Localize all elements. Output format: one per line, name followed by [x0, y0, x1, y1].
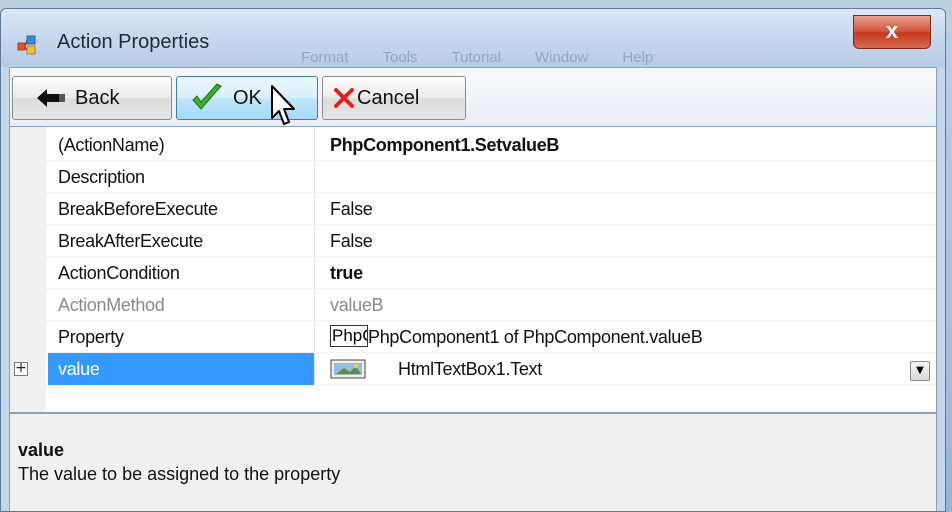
help-panel: value The value to be assigned to the pr…	[9, 413, 937, 511]
property-name: BreakBeforeExecute	[58, 199, 218, 219]
toolbar: Back OK Cancel	[9, 67, 937, 127]
property-row-property[interactable]: Property PhpC PhpComponent1 of PhpCompon…	[10, 321, 936, 353]
action-properties-window: Format Tools Tutorial Window Help Action…	[0, 8, 946, 512]
property-name: ActionCondition	[58, 263, 180, 283]
property-row-actioncondition[interactable]: ActionCondition true	[10, 257, 936, 289]
property-value: PhpComponent1.SetvalueB	[330, 135, 560, 155]
help-description: The value to be assigned to the property	[18, 464, 341, 484]
property-value: valueB	[330, 295, 384, 315]
cancel-button[interactable]: Cancel	[322, 76, 466, 120]
property-row-breakbeforeexecute[interactable]: BreakBeforeExecute False	[10, 193, 936, 225]
cancel-button-label: Cancel	[357, 86, 420, 109]
property-row-breakafterexecute[interactable]: BreakAfterExecute False	[10, 225, 936, 257]
property-value: False	[330, 199, 373, 219]
ghost-menu-item: Window	[535, 49, 589, 66]
property-value: False	[330, 231, 373, 251]
property-name: Description	[58, 167, 145, 187]
mouse-cursor-icon	[271, 85, 295, 125]
property-name: ActionMethod	[58, 295, 165, 315]
back-button[interactable]: Back	[12, 76, 172, 120]
ghost-menu-item: Format	[301, 49, 349, 66]
window-title: Action Properties	[57, 31, 210, 53]
checkmark-icon	[192, 83, 222, 110]
red-x-icon	[334, 88, 354, 108]
background-menu-ghost: Format Tools Tutorial Window Help	[301, 49, 653, 66]
dropdown-arrow-button[interactable]: ▼	[910, 361, 930, 381]
title-bar[interactable]: Format Tools Tutorial Window Help Action…	[1, 9, 945, 67]
ghost-menu-item: Tutorial	[451, 49, 502, 66]
back-button-label: Back	[75, 86, 120, 109]
ghost-menu-item: Help	[622, 49, 654, 66]
property-name: Property	[58, 327, 124, 347]
property-grid: (ActionName) PhpComponent1.SetvalueB Des…	[9, 127, 937, 413]
property-name: value	[58, 359, 100, 379]
app-icon	[17, 35, 36, 55]
ghost-menu-item: Tools	[382, 49, 418, 66]
ok-button-label: OK	[233, 86, 262, 109]
close-button[interactable]: x	[853, 15, 931, 49]
php-component-icon: PhpC	[330, 325, 368, 347]
property-name: BreakAfterExecute	[58, 231, 203, 251]
back-arrow-icon	[37, 89, 65, 107]
expand-plus-icon[interactable]: +	[14, 361, 28, 376]
textbox-image-icon	[330, 359, 366, 379]
property-value: true	[330, 263, 363, 283]
property-value: PhpComponent1 of PhpComponent.valueB	[368, 327, 703, 347]
property-value: HtmlTextBox1.Text	[398, 359, 542, 379]
ok-button[interactable]: OK	[176, 76, 318, 120]
property-row-value[interactable]: + value HtmlTextBox1.Text ▼	[10, 353, 936, 385]
help-title: value	[18, 440, 65, 460]
property-row-actionmethod[interactable]: ActionMethod valueB	[10, 289, 936, 321]
property-row-description[interactable]: Description	[10, 161, 936, 193]
property-name: (ActionName)	[58, 135, 165, 155]
property-row-actionname[interactable]: (ActionName) PhpComponent1.SetvalueB	[10, 129, 936, 161]
